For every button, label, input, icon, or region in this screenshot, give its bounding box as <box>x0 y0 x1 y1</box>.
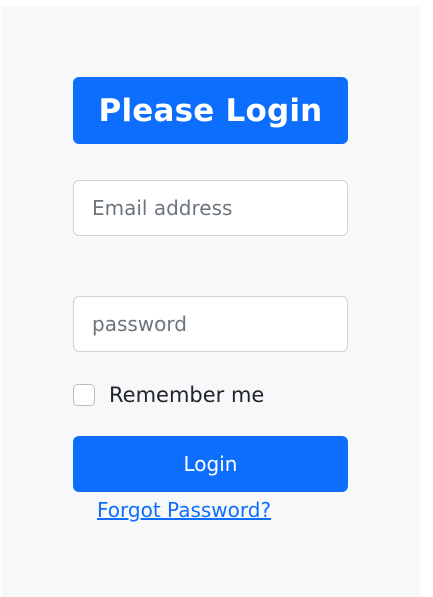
password-input[interactable] <box>73 296 348 352</box>
login-title-text: Please Login <box>98 92 323 129</box>
remember-me-row[interactable]: Remember me <box>73 382 264 408</box>
remember-me-checkbox[interactable] <box>73 384 95 406</box>
remember-me-label[interactable]: Remember me <box>109 383 264 407</box>
login-title: Please Login <box>73 77 348 144</box>
login-button[interactable]: Login <box>73 436 348 492</box>
email-input[interactable] <box>73 180 348 236</box>
forgot-password-link[interactable]: Forgot Password? <box>97 498 271 522</box>
